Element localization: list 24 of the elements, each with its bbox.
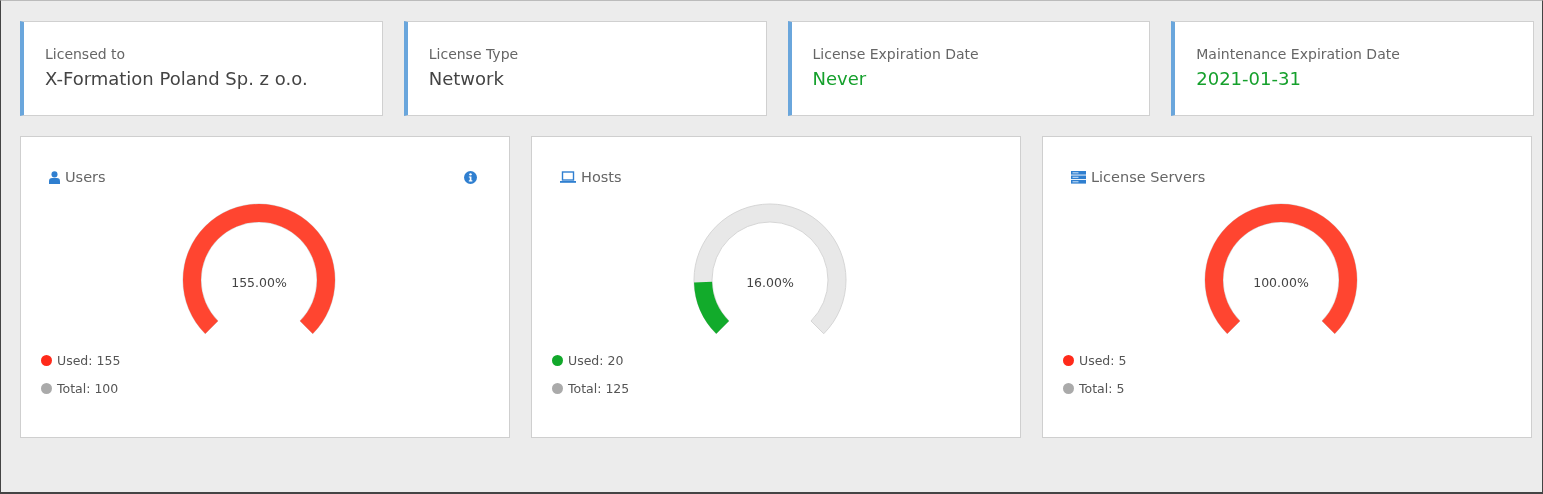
info-value: 2021-01-31 (1196, 68, 1302, 89)
info-label: Maintenance Expiration Date (1196, 46, 1401, 62)
info-label: License Type (428, 46, 520, 62)
legend-label: Used: 20 (568, 353, 624, 368)
legend-label: Total: 125 (568, 381, 630, 396)
gauge-percent: 100.00% (1253, 274, 1309, 290)
info-value: Network (428, 68, 505, 89)
gauge-title: License Servers (1091, 169, 1206, 185)
gauge-percent: 16.00% (746, 274, 794, 290)
laptop-icon (560, 171, 576, 183)
gauge-percent: 155.00% (231, 274, 287, 290)
legend-label: Used: 155 (57, 353, 121, 368)
user-icon (49, 170, 60, 184)
info-icon[interactable] (464, 170, 477, 184)
legend-label: Total: 5 (1079, 381, 1125, 396)
legend-label: Total: 100 (57, 381, 119, 396)
info-value: X-Formation Poland Sp. z o.o. (45, 68, 309, 89)
gauge-title: Hosts (581, 169, 622, 185)
info-label: Licensed to (45, 46, 127, 62)
info-value: Never (812, 68, 868, 89)
info-label: License Expiration Date (812, 46, 980, 62)
gauge-title: Users (65, 169, 106, 185)
server-stack-icon (1071, 170, 1086, 184)
legend-label: Used: 5 (1079, 353, 1127, 368)
